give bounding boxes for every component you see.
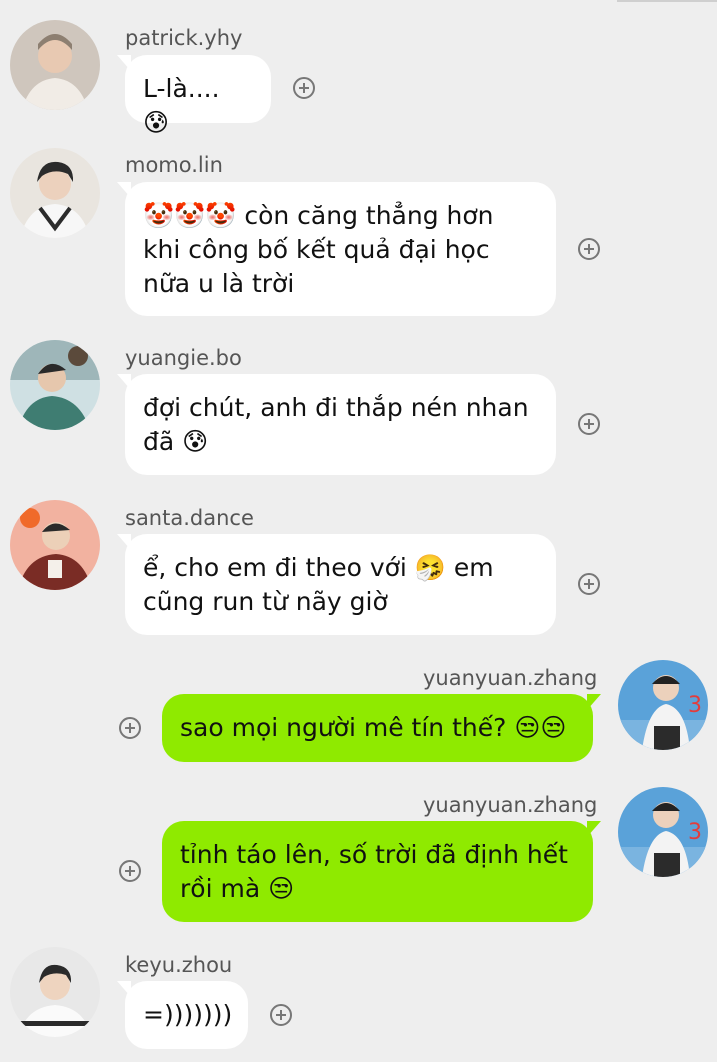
add-reaction-icon[interactable] — [578, 238, 600, 260]
avatar-photo-icon — [10, 20, 100, 110]
message-bubble[interactable]: ể, cho em đi theo với 🤧 em cũng run từ n… — [117, 534, 556, 635]
svg-text:3: 3 — [688, 693, 702, 718]
avatar[interactable] — [10, 500, 100, 590]
message-text: =))))))) — [143, 1000, 233, 1029]
message-bubble[interactable]: L-là.... 😰 — [117, 55, 271, 137]
username: patrick.yhy — [125, 26, 243, 50]
message-text: 🤡🤡🤡 còn căng thẳng hơn khi công bố kết q… — [143, 201, 494, 298]
avatar-photo-icon — [10, 947, 100, 1037]
add-reaction-icon[interactable] — [578, 413, 600, 435]
add-reaction-icon[interactable] — [578, 573, 600, 595]
avatar[interactable]: 3 — [618, 787, 708, 877]
avatar-photo-icon — [10, 148, 100, 238]
message-text: L-là.... 😰 — [143, 74, 220, 137]
avatar[interactable] — [10, 947, 100, 1037]
message-text: đợi chút, anh đi thắp nén nhan đã 😰 — [143, 393, 529, 456]
message-bubble[interactable]: 🤡🤡🤡 còn căng thẳng hơn khi công bố kết q… — [117, 182, 556, 316]
svg-text:3: 3 — [688, 820, 702, 845]
add-reaction-icon[interactable] — [293, 77, 315, 99]
add-reaction-icon[interactable] — [119, 860, 141, 882]
add-reaction-icon[interactable] — [270, 1004, 292, 1026]
username: santa.dance — [125, 506, 254, 530]
username: yuanyuan.zhang — [423, 666, 598, 690]
message-text: ể, cho em đi theo với 🤧 em cũng run từ n… — [143, 553, 494, 616]
message-bubble[interactable]: đợi chút, anh đi thắp nén nhan đã 😰 — [117, 374, 556, 475]
username: yuanyuan.zhang — [423, 793, 598, 817]
message-bubble[interactable]: =))))))) — [117, 981, 248, 1049]
message-bubble[interactable]: tỉnh táo lên, số trời đã định hết rồi mà… — [162, 821, 601, 922]
message-text: tỉnh táo lên, số trời đã định hết rồi mà… — [180, 840, 568, 903]
avatar-photo-icon — [10, 500, 100, 590]
username: keyu.zhou — [125, 953, 233, 977]
avatar-photo-icon: 3 — [618, 660, 708, 750]
add-reaction-icon[interactable] — [119, 717, 141, 739]
status-strip — [617, 0, 717, 2]
message-bubble[interactable]: sao mọi người mê tín thế? 😒😒 — [162, 694, 601, 762]
avatar[interactable] — [10, 148, 100, 238]
username: momo.lin — [125, 153, 223, 177]
avatar[interactable]: 3 — [618, 660, 708, 750]
avatar-photo-icon: 3 — [618, 787, 708, 877]
avatar[interactable] — [10, 340, 100, 430]
message-text: sao mọi người mê tín thế? 😒😒 — [180, 713, 567, 742]
avatar[interactable] — [10, 20, 100, 110]
username: yuangie.bo — [125, 346, 242, 370]
avatar-photo-icon — [10, 340, 100, 430]
